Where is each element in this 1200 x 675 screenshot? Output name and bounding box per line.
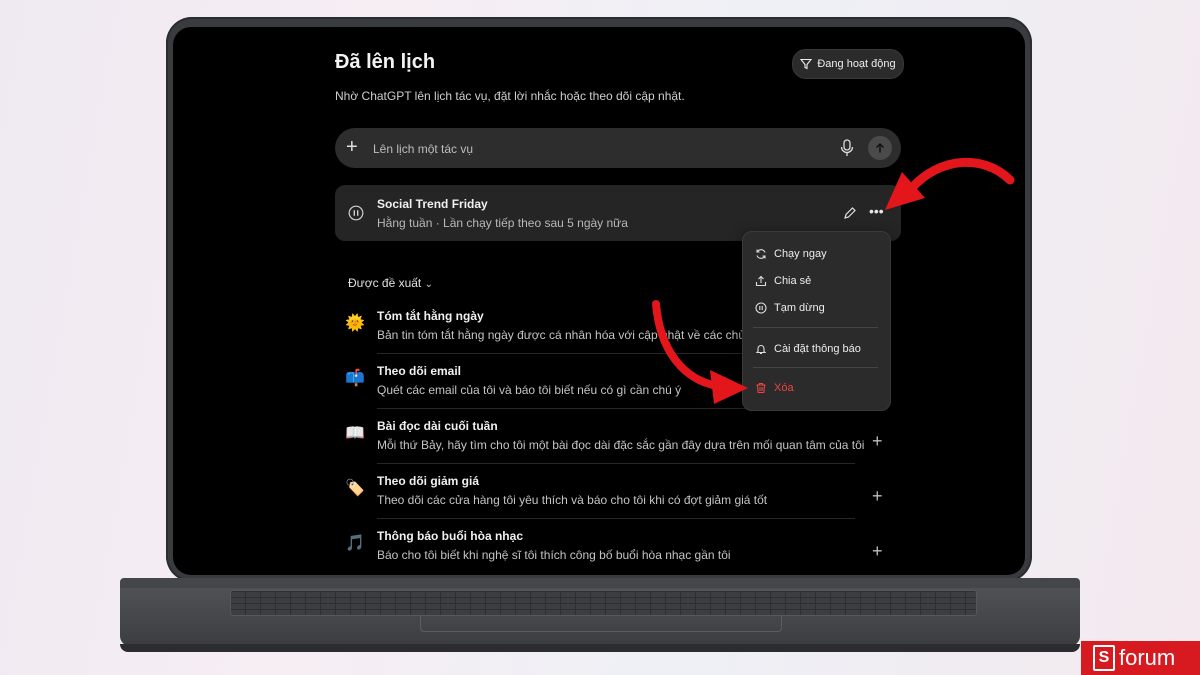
add-suggestion-plus-icon[interactable]: +	[872, 541, 883, 562]
menu-label: Chia sẻ	[774, 275, 812, 287]
add-suggestion-plus-icon[interactable]: +	[872, 431, 883, 452]
list-item[interactable]: 🎵 Thông báo buổi hòa nhạc Báo cho tôi bi…	[345, 521, 895, 575]
page-title: Đã lên lịch	[335, 51, 436, 73]
mailbox-icon: 📫	[345, 370, 365, 387]
menu-item-delete[interactable]: Xóa	[755, 382, 794, 394]
menu-label: Cài đặt thông báo	[774, 343, 861, 355]
refresh-icon	[756, 249, 766, 259]
task-options-menu: Chạy ngay Chia sẻ Tạm dừng Cài đặt thông…	[742, 231, 891, 411]
page-subtitle: Nhờ ChatGPT lên lịch tác vụ, đặt lời nhắ…	[335, 89, 685, 103]
divider	[377, 518, 855, 519]
laptop-trackpad	[420, 615, 782, 632]
suggestion-title: Thông báo buổi hòa nhạc	[377, 529, 523, 543]
tag-icon: 🏷️	[345, 480, 365, 497]
suggestion-title: Theo dõi giảm giá	[377, 474, 480, 488]
menu-divider	[753, 367, 878, 368]
divider	[377, 463, 855, 464]
annotation-arrow-to-delete	[652, 300, 748, 404]
suggestion-desc: Mỗi thứ Bảy, hãy tìm cho tôi một bài đọc…	[377, 438, 865, 452]
menu-item-run-now[interactable]: Chạy ngay	[755, 248, 827, 260]
suggestion-title: Bài đọc dài cuối tuần	[377, 419, 498, 433]
menu-label: Tạm dừng	[774, 302, 825, 314]
chevron-down-icon: ⌄	[424, 279, 433, 290]
add-suggestion-plus-icon[interactable]: +	[872, 486, 883, 507]
menu-item-pause[interactable]: Tạm dừng	[755, 302, 825, 314]
filter-label: Đang hoạt động	[817, 58, 896, 70]
pencil-icon[interactable]	[843, 206, 857, 220]
microphone-icon[interactable]	[840, 139, 854, 157]
filter-button[interactable]: Đang hoạt động	[792, 49, 904, 79]
menu-item-notification-settings[interactable]: Cài đặt thông báo	[755, 343, 861, 355]
suggestion-desc: Báo cho tôi biết khi nghệ sĩ tôi thích c…	[377, 548, 731, 562]
schedule-input-bar[interactable]: + Lên lịch một tác vụ	[335, 128, 901, 168]
menu-divider	[753, 327, 878, 328]
watermark-logo: S forum	[1081, 641, 1200, 675]
laptop-keyboard	[230, 590, 977, 616]
suggested-heading-label: Được đề xuất	[348, 276, 422, 290]
book-icon: 📖	[345, 425, 365, 442]
list-item[interactable]: 🏷️ Theo dõi giảm giá Theo dõi các cửa hà…	[345, 466, 895, 521]
task-title: Social Trend Friday	[377, 197, 488, 211]
music-note-icon: 🎵	[345, 535, 365, 552]
sun-icon: 🌞	[345, 315, 365, 332]
suggested-heading[interactable]: Được đề xuất ⌄	[348, 276, 433, 290]
menu-label: Xóa	[774, 382, 794, 394]
menu-item-share[interactable]: Chia sẻ	[755, 275, 811, 287]
plus-icon[interactable]: +	[346, 136, 358, 159]
task-schedule-info: Hằng tuần · Lần chạy tiếp theo sau 5 ngà…	[377, 216, 628, 230]
annotation-arrow-to-more-button	[885, 157, 1015, 210]
app-screen: Đã lên lịch Nhờ ChatGPT lên lịch tác vụ,…	[173, 27, 1025, 575]
suggestion-desc: Quét các email của tôi và báo tôi biết n…	[377, 383, 682, 397]
suggestion-title: Theo dõi email	[377, 364, 462, 378]
filter-icon	[800, 58, 813, 70]
menu-label: Chạy ngay	[774, 248, 827, 260]
suggestion-desc: Theo dõi các cửa hàng tôi yêu thích và b…	[377, 493, 768, 507]
s-logo-icon: S	[1093, 645, 1115, 671]
schedule-input[interactable]: Lên lịch một tác vụ	[373, 142, 473, 156]
pause-circle-icon[interactable]	[348, 205, 364, 221]
share-icon	[755, 275, 767, 287]
list-item[interactable]: 📖 Bài đọc dài cuối tuần Mỗi thứ Bảy, hãy…	[345, 411, 895, 466]
watermark-text: forum	[1119, 645, 1176, 670]
laptop-base-edge	[120, 644, 1080, 652]
suggestion-title: Tóm tắt hằng ngày	[377, 309, 484, 323]
